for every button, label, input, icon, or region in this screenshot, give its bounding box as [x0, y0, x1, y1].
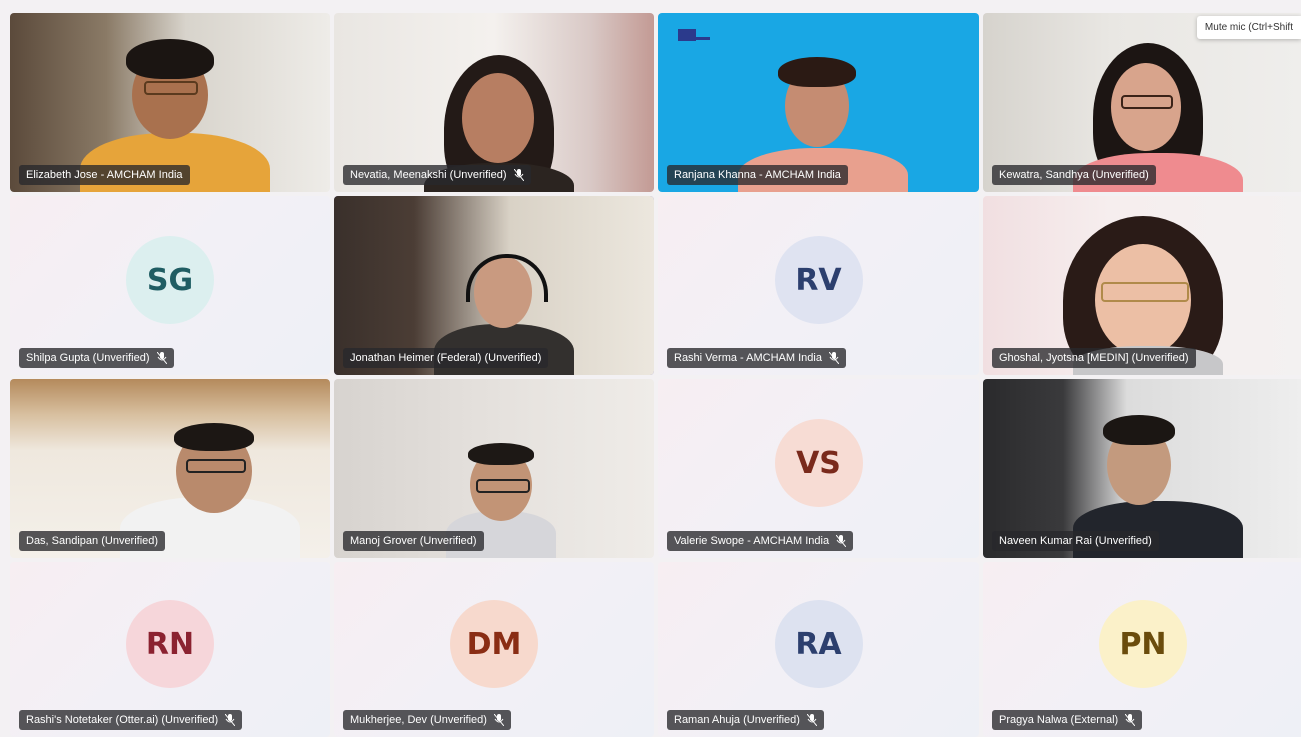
participant-name-label: Kewatra, Sandhya (Unverified)	[992, 165, 1156, 185]
participant-avatar: RV	[774, 236, 863, 325]
participant-tile[interactable]: Ghoshal, Jyotsna [MEDIN] (Unverified)	[983, 196, 1301, 375]
participant-name-label: Nevatia, Meenakshi (Unverified)	[343, 165, 531, 185]
participant-name-label: Elizabeth Jose - AMCHAM India	[19, 165, 190, 185]
participant-tile[interactable]: Ranjana Khanna - AMCHAM India	[658, 13, 979, 192]
participant-tile[interactable]: Manoj Grover (Unverified)	[334, 379, 654, 558]
participant-tile[interactable]: Naveen Kumar Rai (Unverified)	[983, 379, 1301, 558]
participant-name-label: Valerie Swope - AMCHAM India	[667, 531, 854, 551]
participant-tile[interactable]: Nevatia, Meenakshi (Unverified)	[334, 13, 654, 192]
mic-off-icon	[1125, 714, 1136, 726]
participant-tile[interactable]: RN Rashi's Notetaker (Otter.ai) (Unverif…	[10, 562, 330, 737]
participant-avatar: VS	[774, 419, 863, 508]
participant-name-label: Mukherjee, Dev (Unverified)	[343, 710, 511, 730]
participant-name-label: Jonathan Heimer (Federal) (Unverified)	[343, 348, 549, 368]
company-logo	[678, 29, 696, 41]
participant-name-label: Shilpa Gupta (Unverified)	[19, 348, 174, 368]
participant-tile-active-speaker[interactable]: Jonathan Heimer (Federal) (Unverified)	[334, 196, 654, 375]
mic-off-icon	[513, 169, 524, 181]
participant-name-label: Das, Sandipan (Unverified)	[19, 531, 166, 551]
participant-tile[interactable]: VS Valerie Swope - AMCHAM India	[658, 379, 979, 558]
participant-avatar: PN	[1099, 600, 1187, 689]
participant-tile[interactable]: DM Mukherjee, Dev (Unverified)	[334, 562, 654, 737]
participant-avatar: RA	[774, 600, 863, 689]
mic-off-icon	[828, 352, 839, 364]
mic-off-icon	[493, 714, 504, 726]
participant-name-label: Manoj Grover (Unverified)	[343, 531, 484, 551]
participant-grid: Elizabeth Jose - AMCHAM India Nevatia, M…	[10, 13, 1301, 737]
mute-mic-tooltip: Mute mic (Ctrl+Shift	[1196, 16, 1301, 39]
participant-avatar: SG	[126, 236, 214, 325]
mic-off-icon	[836, 535, 847, 547]
mic-off-icon	[806, 714, 817, 726]
participant-name-label: Rashi's Notetaker (Otter.ai) (Unverified…	[19, 710, 243, 730]
participant-tile[interactable]: Das, Sandipan (Unverified)	[10, 379, 330, 558]
participant-name-label: Rashi Verma - AMCHAM India	[667, 348, 846, 368]
participant-name-label: Raman Ahuja (Unverified)	[667, 710, 824, 730]
participant-tile[interactable]: Elizabeth Jose - AMCHAM India	[10, 13, 330, 192]
mic-off-icon	[225, 714, 236, 726]
participant-tile[interactable]: Kewatra, Sandhya (Unverified)	[983, 13, 1301, 192]
participant-tile[interactable]: SG Shilpa Gupta (Unverified)	[10, 196, 330, 375]
participant-tile[interactable]: PN Pragya Nalwa (External)	[983, 562, 1301, 737]
participant-name-label: Pragya Nalwa (External)	[992, 710, 1143, 730]
participant-name-label: Ranjana Khanna - AMCHAM India	[667, 165, 848, 185]
headset-icon	[466, 254, 548, 302]
mic-off-icon	[156, 352, 167, 364]
participant-avatar: RN	[126, 600, 214, 689]
participant-tile[interactable]: RA Raman Ahuja (Unverified)	[658, 562, 979, 737]
participant-name-label: Ghoshal, Jyotsna [MEDIN] (Unverified)	[992, 348, 1196, 368]
participant-tile[interactable]: RV Rashi Verma - AMCHAM India	[658, 196, 979, 375]
participant-avatar: DM	[450, 600, 538, 689]
participant-name-label: Naveen Kumar Rai (Unverified)	[992, 531, 1159, 551]
